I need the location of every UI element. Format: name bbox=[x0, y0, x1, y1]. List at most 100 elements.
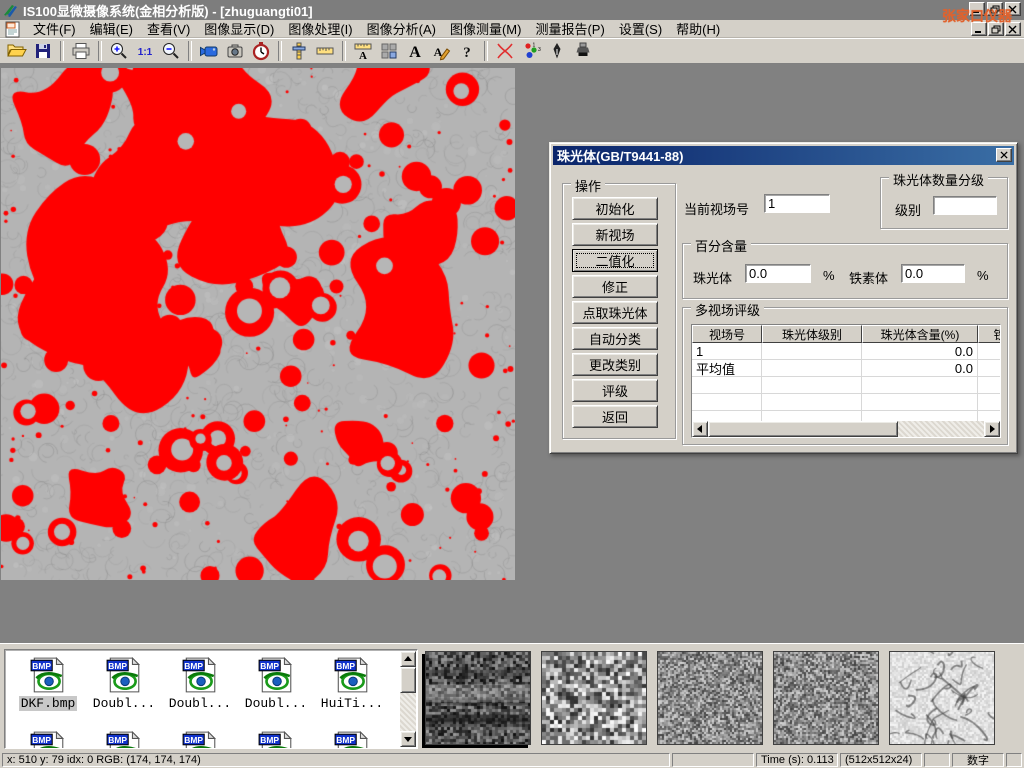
bottom-panel: BMP DKF.bmp BMP Doubl... BMP Doubl... BM… bbox=[0, 643, 1024, 752]
init-button[interactable]: 初始化 bbox=[572, 197, 658, 220]
help-icon[interactable]: ? bbox=[454, 40, 480, 62]
measure-text-icon[interactable]: A bbox=[350, 40, 376, 62]
dialog-title-bar[interactable]: 珠光体(GB/T9441-88) bbox=[553, 146, 1014, 165]
file-item[interactable]: BMP bbox=[11, 730, 85, 749]
cell-grade bbox=[762, 343, 862, 359]
file-item[interactable]: BMP DKF.bmp bbox=[11, 656, 85, 712]
binarize-button[interactable]: 二值化 bbox=[572, 249, 658, 272]
save-icon[interactable] bbox=[30, 40, 56, 62]
file-item[interactable]: BMP bbox=[87, 730, 161, 749]
toolbar-separator bbox=[342, 41, 346, 61]
rate-button[interactable]: 评级 bbox=[572, 379, 658, 402]
timer-icon[interactable] bbox=[248, 40, 274, 62]
menu-image-analysis[interactable]: 图像分析(A) bbox=[360, 18, 443, 39]
col-pearlite-grade[interactable]: 珠光体级别 bbox=[762, 325, 862, 343]
pen-icon[interactable] bbox=[544, 40, 570, 62]
file-item[interactable]: BMP HuiTi... bbox=[315, 656, 389, 712]
file-name[interactable]: HuiTi... bbox=[319, 696, 385, 711]
text-icon[interactable]: A bbox=[402, 40, 428, 62]
snapshot-icon[interactable] bbox=[222, 40, 248, 62]
file-item[interactable]: BMP Doubl... bbox=[239, 656, 313, 712]
thumbnail-2[interactable] bbox=[541, 651, 647, 745]
thumbnail-5[interactable] bbox=[889, 651, 995, 745]
new-field-button[interactable]: 新视场 bbox=[572, 223, 658, 246]
mdi-minimize-button[interactable] bbox=[971, 22, 987, 36]
dialog-title: 珠光体(GB/T9441-88) bbox=[557, 146, 683, 165]
file-item[interactable]: BMP bbox=[239, 730, 313, 749]
scrollbar-thumb[interactable] bbox=[400, 667, 416, 693]
table-horizontal-scrollbar[interactable] bbox=[692, 421, 1000, 437]
file-name[interactable]: Doubl... bbox=[243, 696, 309, 711]
brush-icon[interactable] bbox=[570, 40, 596, 62]
actual-size-icon[interactable]: 1:1 bbox=[132, 40, 158, 62]
file-name[interactable]: DKF.bmp bbox=[19, 696, 78, 711]
bmp-file-icon: BMP bbox=[333, 730, 371, 749]
col-ferrite-content[interactable]: 铁素体含量(%) bbox=[978, 325, 1001, 343]
scroll-down-icon[interactable] bbox=[400, 731, 416, 747]
menu-measure-report[interactable]: 测量报告(P) bbox=[528, 18, 611, 39]
classify-icon[interactable]: 13 bbox=[518, 40, 544, 62]
menu-help[interactable]: 帮助(H) bbox=[669, 18, 727, 39]
correct-button[interactable]: 修正 bbox=[572, 275, 658, 298]
video-capture-icon[interactable] bbox=[196, 40, 222, 62]
scrollbar-track[interactable] bbox=[898, 421, 984, 437]
dialog-close-button[interactable] bbox=[996, 148, 1012, 162]
mdi-restore-button[interactable] bbox=[988, 22, 1004, 36]
file-item[interactable]: BMP bbox=[163, 730, 237, 749]
thumbnail-1[interactable] bbox=[425, 651, 531, 745]
zoom-out-icon[interactable] bbox=[158, 40, 184, 62]
annotate-icon[interactable]: A bbox=[428, 40, 454, 62]
thumbnail-4[interactable] bbox=[773, 651, 879, 745]
minimize-button[interactable] bbox=[969, 2, 985, 16]
mdi-close-button[interactable] bbox=[1005, 22, 1021, 36]
scroll-left-icon[interactable] bbox=[692, 421, 708, 437]
pearlite-percent-input[interactable] bbox=[745, 264, 811, 283]
file-name[interactable]: Doubl... bbox=[91, 696, 157, 711]
menu-image-measure[interactable]: 图像测量(M) bbox=[443, 18, 529, 39]
menu-image-processing[interactable]: 图像处理(I) bbox=[281, 18, 359, 39]
caliper-icon[interactable] bbox=[286, 40, 312, 62]
current-view-input[interactable] bbox=[764, 194, 830, 213]
print-icon[interactable] bbox=[68, 40, 94, 62]
auto-classify-button[interactable]: 自动分类 bbox=[572, 327, 658, 350]
scrollbar-thumb[interactable] bbox=[708, 421, 898, 437]
file-item[interactable]: BMP bbox=[315, 730, 389, 749]
bmp-file-icon: BMP bbox=[105, 656, 143, 694]
cell-grade bbox=[762, 360, 862, 376]
status-position: x: 510 y: 79 idx: 0 RGB: (174, 174, 174) bbox=[2, 753, 670, 767]
file-item[interactable]: BMP Doubl... bbox=[163, 656, 237, 712]
open-icon[interactable] bbox=[4, 40, 30, 62]
menu-file[interactable]: 文件(F) bbox=[26, 18, 83, 39]
svg-text:BMP: BMP bbox=[336, 735, 355, 745]
ruler-icon[interactable] bbox=[312, 40, 338, 62]
change-class-button[interactable]: 更改类别 bbox=[572, 353, 658, 376]
menu-settings[interactable]: 设置(S) bbox=[612, 18, 669, 39]
merge-icon[interactable] bbox=[376, 40, 402, 62]
file-browser-scrollbar[interactable] bbox=[400, 651, 416, 747]
table-row[interactable]: 1 0.0 bbox=[692, 343, 1000, 360]
menu-edit[interactable]: 编辑(E) bbox=[83, 18, 140, 39]
status-time: Time (s): 0.113 bbox=[756, 753, 838, 767]
thumbnail-3[interactable] bbox=[657, 651, 763, 745]
ferrite-percent-input[interactable] bbox=[901, 264, 965, 283]
cell-pearlite-content: 0.0 bbox=[862, 360, 978, 376]
micrograph-image[interactable] bbox=[1, 68, 515, 580]
curve-erase-icon[interactable] bbox=[492, 40, 518, 62]
scroll-up-icon[interactable] bbox=[400, 651, 416, 667]
pick-pearlite-button[interactable]: 点取珠光体 bbox=[572, 301, 658, 324]
menu-image-display[interactable]: 图像显示(D) bbox=[197, 18, 281, 39]
status-dimensions: (512x512x24) bbox=[840, 753, 922, 767]
file-name[interactable]: Doubl... bbox=[167, 696, 233, 711]
file-item[interactable]: BMP Doubl... bbox=[87, 656, 161, 712]
zoom-in-icon[interactable] bbox=[106, 40, 132, 62]
scroll-right-icon[interactable] bbox=[984, 421, 1000, 437]
close-button[interactable] bbox=[1005, 2, 1021, 16]
grade-input[interactable] bbox=[933, 196, 997, 215]
col-pearlite-content[interactable]: 珠光体含量(%) bbox=[862, 325, 978, 343]
menu-view[interactable]: 查看(V) bbox=[140, 18, 197, 39]
col-field-no[interactable]: 视场号 bbox=[692, 325, 762, 343]
return-button[interactable]: 返回 bbox=[572, 405, 658, 428]
restore-button[interactable] bbox=[987, 2, 1003, 16]
table-row[interactable]: 平均值 0.0 bbox=[692, 360, 1000, 377]
svg-text:3: 3 bbox=[538, 47, 541, 53]
